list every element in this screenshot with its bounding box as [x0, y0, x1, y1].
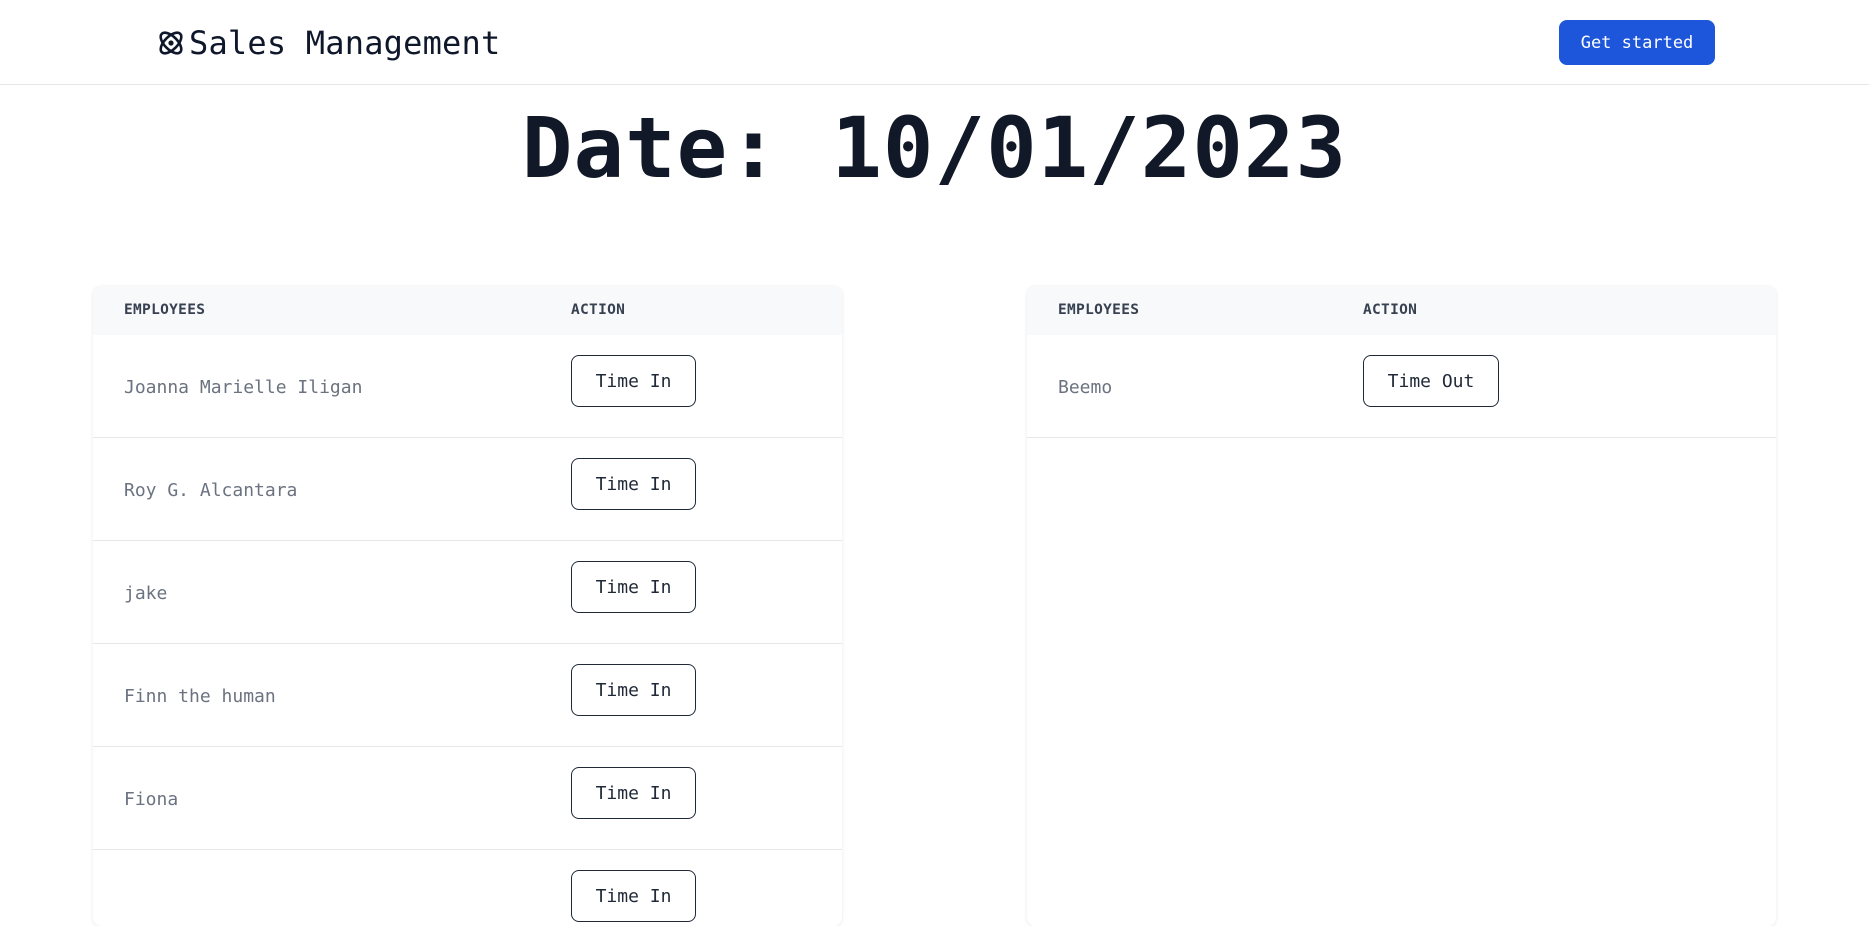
time-out-table: EMPLOYEES ACTION Beemo Time Out — [1027, 286, 1776, 926]
table-row: jake Time In — [93, 541, 842, 644]
app-title: Sales Management — [189, 24, 501, 62]
column-header-employees: EMPLOYEES — [1058, 302, 1140, 318]
column-header-action: ACTION — [1363, 302, 1418, 318]
employee-name: Fiona — [124, 789, 179, 810]
column-header-action: ACTION — [571, 302, 626, 318]
get-started-button[interactable]: Get started — [1559, 20, 1715, 65]
atom-icon — [159, 31, 183, 55]
time-in-button[interactable]: Time In — [571, 870, 696, 922]
table-row: Beemo Time Out — [1027, 335, 1776, 438]
table-row: Finn the human Time In — [93, 644, 842, 747]
table-header: EMPLOYEES ACTION — [1027, 286, 1776, 335]
time-in-button[interactable]: Time In — [571, 561, 696, 613]
table-row: Roy G. Alcantara Time In — [93, 438, 842, 541]
employee-name: Roy G. Alcantara — [124, 480, 298, 501]
employee-name: Joanna Marielle Iligan — [124, 377, 363, 398]
employee-name: Beemo — [1058, 377, 1113, 398]
table-row: Joanna Marielle Iligan Time In — [93, 335, 842, 438]
time-in-button[interactable]: Time In — [571, 355, 696, 407]
table-header: EMPLOYEES ACTION — [93, 286, 842, 335]
brand[interactable]: Sales Management — [155, 22, 500, 64]
table-row: Fiona Time In — [93, 747, 842, 850]
time-in-button[interactable]: Time In — [571, 458, 696, 510]
time-in-button[interactable]: Time In — [571, 664, 696, 716]
employee-name: jake — [124, 583, 168, 604]
time-in-table: EMPLOYEES ACTION Joanna Marielle Iligan … — [93, 286, 842, 926]
employee-name: Finn the human — [124, 686, 276, 707]
time-in-button[interactable]: Time In — [571, 767, 696, 819]
table-row: Time In — [93, 850, 842, 926]
page-title: Date: 10/01/2023 — [521, 99, 1348, 197]
column-header-employees: EMPLOYEES — [124, 302, 206, 318]
top-navbar: Sales Management Get started — [0, 0, 1869, 85]
time-out-button[interactable]: Time Out — [1363, 355, 1499, 407]
